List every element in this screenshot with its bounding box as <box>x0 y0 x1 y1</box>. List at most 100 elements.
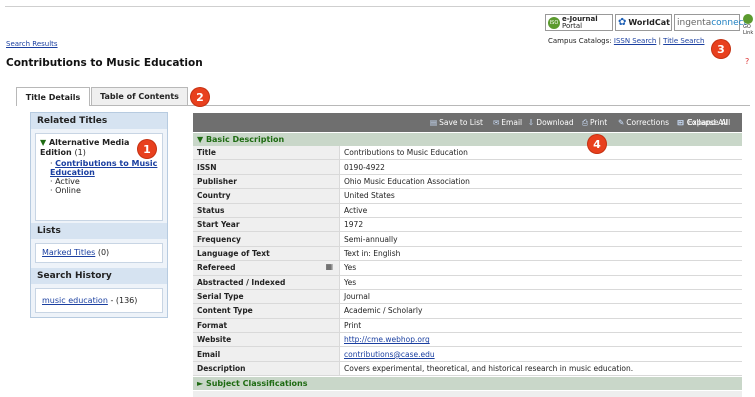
link-separator: | <box>658 37 661 45</box>
save-label: Save to List <box>439 118 483 127</box>
campus-catalogs: Campus Catalogs: ISSN Search | Title Sea… <box>548 37 704 45</box>
lists-box: Marked Titles (0) <box>35 243 163 263</box>
detail-label: Abstracted / Indexed <box>193 275 340 290</box>
search-history-box: music education - (136) <box>35 288 163 313</box>
detail-row: Content Type Academic / Scholarly <box>193 303 742 319</box>
callout-badge-4: 4 <box>588 135 606 153</box>
email-button[interactable]: ✉ Email <box>493 118 522 127</box>
detail-label: Language of Text <box>193 246 340 262</box>
corrections-button[interactable]: ✎ Corrections <box>618 118 669 127</box>
detail-value: Active <box>339 203 742 218</box>
detail-value[interactable]: http://cme.webhop.org <box>339 332 742 348</box>
collapse-all-button[interactable]: ⊟ Collapse All <box>678 118 730 127</box>
lists-heading: Lists <box>31 223 167 239</box>
detail-row: Refereed ▦ Yes <box>193 260 742 276</box>
detail-value[interactable]: contributions@case.edu <box>339 346 742 362</box>
portal-label: Portal <box>562 21 583 30</box>
detail-label: Refereed ▦ <box>193 260 340 276</box>
related-sub-link[interactable]: Contributions to Music Education <box>50 159 157 177</box>
detail-label: Format <box>193 318 340 334</box>
worldcat-logo[interactable]: ✿ WorldCat <box>615 14 672 31</box>
detail-row: Status Active <box>193 203 742 218</box>
detail-row: Serial Type Journal <box>193 289 742 305</box>
detail-row: Website http://cme.webhop.org <box>193 332 742 348</box>
detail-label: Website <box>193 332 340 348</box>
collapse-label: Collapse All <box>686 118 731 127</box>
detail-row: Abstracted / Indexed Yes <box>193 275 742 290</box>
detail-row: Title Contributions to Music Education <box>193 146 742 161</box>
print-label: Print <box>590 118 608 127</box>
ejournal-portal-logo[interactable]: ISO e-Journal Portal <box>545 14 613 31</box>
detail-label: Publisher <box>193 174 340 190</box>
detail-value: Yes <box>339 260 742 276</box>
ingentaconnect-logo[interactable]: ingenta connect <box>674 14 747 31</box>
search-history-heading: Search History <box>31 268 167 284</box>
detail-label: Email <box>193 346 340 362</box>
detail-value: United States <box>339 188 742 204</box>
details-panel: ▤ Save to List ✉ Email ⇩ Download ⎙ Print ✎ C… <box>193 113 742 397</box>
connect-label: connect <box>711 17 748 28</box>
ingenta-label: ingenta <box>677 17 712 28</box>
detail-label: Country <box>193 188 340 204</box>
marked-titles-link[interactable]: Marked Titles <box>42 248 95 257</box>
detail-label: Content Type <box>193 303 340 319</box>
callout-badge-1: 1 <box>138 140 156 158</box>
related-status-online: Online <box>55 186 81 195</box>
detail-value: Journal <box>339 289 742 305</box>
history-count: - (136) <box>110 296 138 305</box>
detail-row: ISSN 0190-4922 <box>193 159 742 175</box>
title-search-link[interactable]: Title Search <box>663 37 704 45</box>
detail-value: 0190-4922 <box>339 159 742 175</box>
basic-description-header[interactable]: ▼ Basic Description <box>193 133 742 146</box>
detail-value: Yes <box>339 275 742 290</box>
detail-row: Start Year 1972 <box>193 217 742 233</box>
ejournal-badge-icon: ISO <box>548 16 560 29</box>
corrections-label: Corrections <box>626 118 670 127</box>
detail-value: 1972 <box>339 217 742 233</box>
history-link[interactable]: music education <box>42 296 108 305</box>
expand-triangle-icon[interactable]: ▼ <box>40 138 46 147</box>
search-results-link[interactable]: Search Results <box>6 40 58 48</box>
related-titles-heading: Related Titles <box>31 113 167 129</box>
detail-value: Academic / Scholarly <box>339 303 742 319</box>
detail-row: Description Covers experimental, theoreti… <box>193 361 742 377</box>
detail-label: Serial Type <box>193 289 340 305</box>
detail-value: Text in: English <box>339 246 742 262</box>
detail-value: Covers experimental, theoretical, and hi… <box>339 361 742 377</box>
issn-search-link[interactable]: ISSN Search <box>614 37 656 45</box>
email-label: Email <box>501 118 523 127</box>
detail-label: Status <box>193 203 340 218</box>
detail-row: Format Print <box>193 318 742 334</box>
detail-label: Description <box>193 361 340 377</box>
help-icon[interactable]: ? <box>745 57 749 66</box>
tab-title-details[interactable]: Title Details <box>16 87 90 106</box>
tab-table-of-contents[interactable]: Table of Contents <box>91 87 188 105</box>
detail-label: ISSN <box>193 159 340 175</box>
detail-label: Title <box>193 146 340 161</box>
callout-badge-3: 3 <box>712 40 730 58</box>
tab-divider <box>16 105 750 106</box>
go-link-label: GO Link <box>743 24 754 36</box>
go-link-logo[interactable]: GO Link <box>743 14 755 36</box>
detail-row: Language of Text Text in: English <box>193 246 742 262</box>
detail-value: Semi-annually <box>339 231 742 247</box>
print-icon: ⎙ <box>582 118 588 127</box>
detail-row: Email contributions@case.edu <box>193 346 742 362</box>
detail-label: Start Year <box>193 217 340 233</box>
campus-catalogs-label: Campus Catalogs: <box>548 37 612 45</box>
download-button[interactable]: ⇩ Download <box>528 118 574 127</box>
download-icon: ⇩ <box>528 118 535 127</box>
email-icon: ✉ <box>493 118 500 127</box>
pencil-icon: ✎ <box>618 118 625 127</box>
related-item-count: (1) <box>74 148 86 157</box>
print-button[interactable]: ⎙ Print <box>582 118 607 128</box>
detail-value: Ohio Music Education Association <box>339 174 742 190</box>
related-status-active: Active <box>55 177 80 186</box>
detail-row: Country United States <box>193 188 742 204</box>
save-to-list-button[interactable]: ▤ Save to List <box>430 118 483 127</box>
callout-badge-2: 2 <box>191 88 209 106</box>
next-section-partial <box>193 391 742 397</box>
subject-classifications-header[interactable]: ► Subject Classifications <box>193 377 742 390</box>
worldcat-icon: ✿ <box>618 17 627 28</box>
details-table: Title Contributions to Music Education ISS… <box>193 146 742 377</box>
